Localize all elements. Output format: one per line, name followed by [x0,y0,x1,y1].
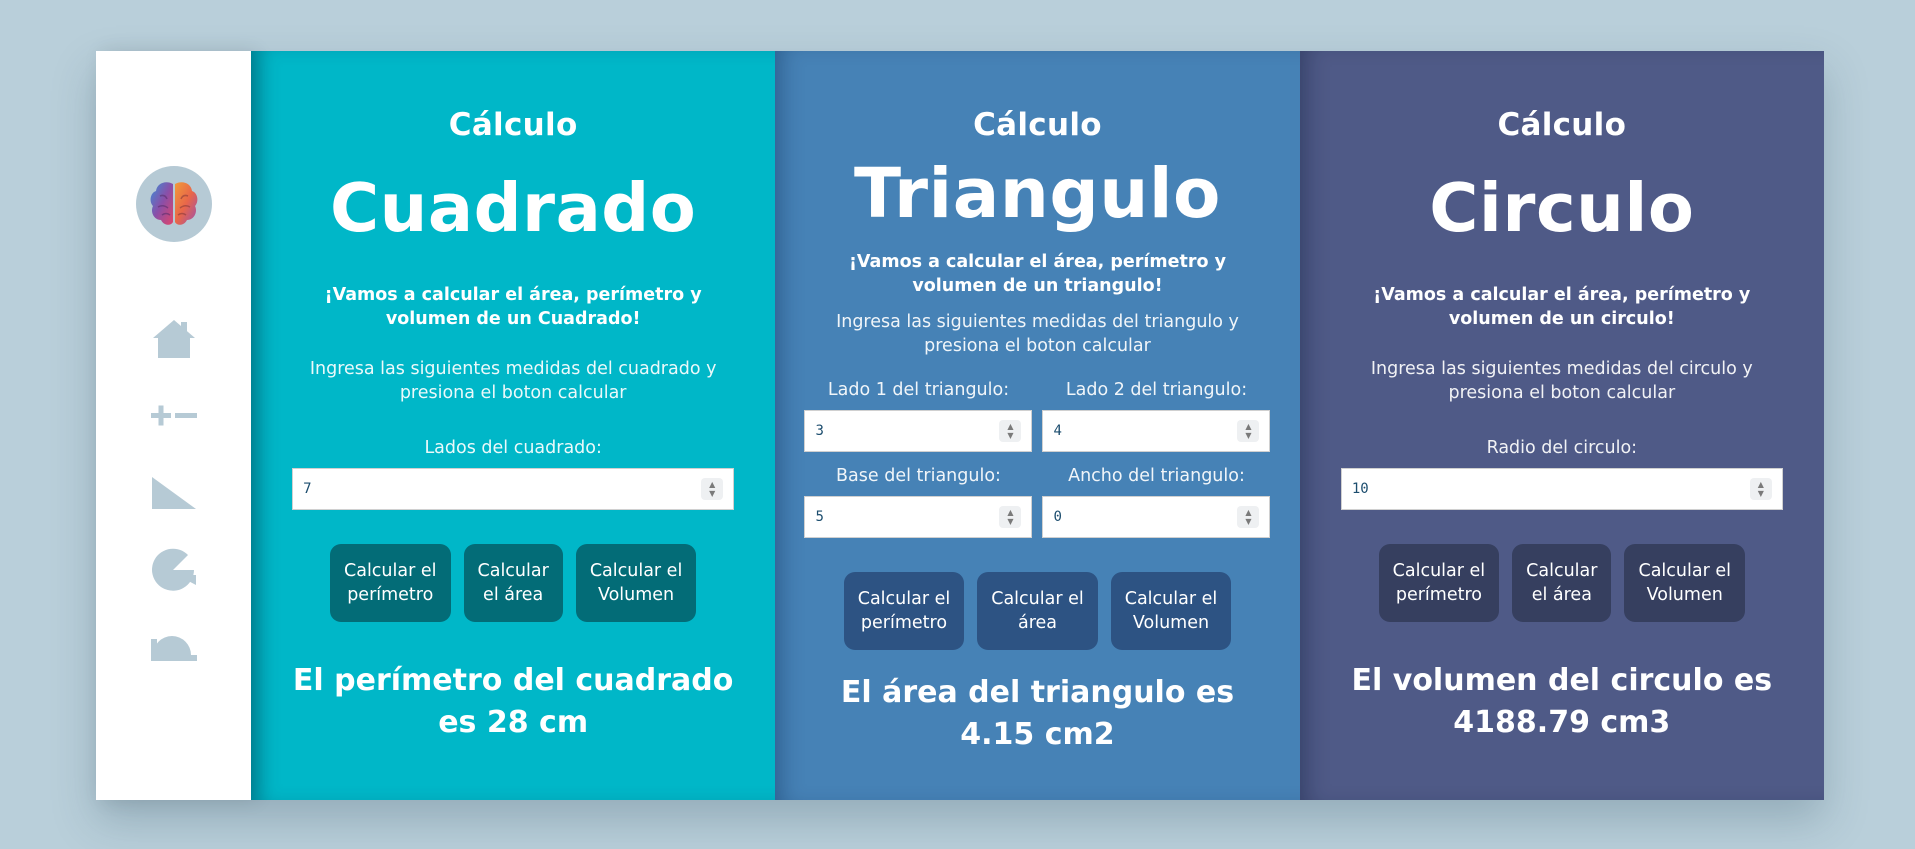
circle-result: El volumen del circulo es 4188.79 cm3 [1351,663,1773,740]
triangle-side1-group: Lado 1 del triangulo: ▲ ▼ [804,366,1033,452]
brain-icon [135,166,212,242]
plus-minus-icon [150,405,197,426]
triangle-side2-stepper[interactable]: ▲ ▼ [1237,420,1260,442]
chevron-down-icon: ▼ [1007,431,1014,440]
chevron-up-icon: ▲ [1245,422,1252,431]
square-instructions: Ingresa las siguientes medidas del cuadr… [309,359,717,403]
square-perimeter-button[interactable]: Calcular el perímetro [330,544,451,622]
chevron-up-icon: ▲ [1245,508,1252,517]
triangle-width-stepper[interactable]: ▲ ▼ [1237,506,1260,528]
triangle-base-label: Base del triangulo: [836,466,1001,486]
triangle-side1-input[interactable] [805,410,1000,452]
triangle-icon [151,477,196,509]
square-side-input[interactable] [293,468,702,510]
square-volume-button[interactable]: Calcular el Volumen [575,544,697,622]
circle-panel: Cálculo Circulo ¡Vamos a calcular el áre… [1299,51,1824,800]
triangle-width-field: ▲ ▼ [1042,496,1271,538]
square-kicker: Cálculo [448,107,578,143]
square-title: Cuadrado [330,169,697,247]
circle-button-row: Calcular el perímetro Calcular el área C… [1378,544,1745,622]
circle-volume-button[interactable]: Calcular el Volumen [1624,544,1745,622]
square-side-field: ▲ ▼ [292,468,735,510]
square-panel: Cálculo Cuadrado ¡Vamos a calcular el ár… [251,51,776,800]
circle-instructions: Ingresa las siguientes medidas del circu… [1370,359,1753,403]
circle-radius-input[interactable] [1341,468,1750,510]
triangle-kicker: Cálculo [973,107,1102,143]
triangle-base-input[interactable] [805,496,1000,538]
triangle-width-label: Ancho del triangulo: [1068,466,1245,486]
triangle-perimeter-button[interactable]: Calcular el perímetro [843,572,965,650]
triangle-side2-group: Lado 2 del triangulo: ▲ ▼ [1042,366,1271,452]
square-side-stepper[interactable]: ▲ ▼ [701,478,724,500]
chevron-up-icon: ▲ [1757,480,1764,489]
app-window: Cálculo Cuadrado ¡Vamos a calcular el ár… [96,51,1824,800]
sidebar-nav [146,314,202,672]
triangle-area-button[interactable]: Calcular el área [977,572,1098,650]
circle-title: Circulo [1429,169,1695,247]
circle-perimeter-button[interactable]: Calcular el perímetro [1378,544,1500,622]
nav-circle[interactable] [146,545,202,595]
circle-area-button[interactable]: Calcular el área [1512,544,1612,622]
triangle-side1-stepper[interactable]: ▲ ▼ [999,420,1022,442]
semicircle-icon [150,636,197,661]
chevron-down-icon: ▼ [1245,431,1252,440]
chevron-down-icon: ▼ [1757,489,1764,498]
square-button-row: Calcular el perímetro Calcular el área C… [330,544,697,622]
circle-kicker: Cálculo [1497,107,1627,143]
triangle-fields: Lado 1 del triangulo: ▲ ▼ Lado 2 del tri… [804,366,1271,538]
triangle-panel: Cálculo Triangulo ¡Vamos a calcular el á… [775,51,1300,800]
triangle-side2-field: ▲ ▼ [1042,410,1271,452]
triangle-side2-label: Lado 2 del triangulo: [1065,380,1248,400]
circle-icon [151,548,196,591]
triangle-side1-field: ▲ ▼ [804,410,1033,452]
circle-intro: ¡Vamos a calcular el área, perímetro y v… [1373,285,1751,329]
nav-triangle[interactable] [146,468,202,518]
home-icon [152,320,195,358]
sidebar [96,51,251,800]
square-side-label: Lados del cuadrado: [424,438,602,458]
triangle-base-field: ▲ ▼ [804,496,1033,538]
chevron-up-icon: ▲ [709,480,716,489]
triangle-side2-input[interactable] [1043,410,1238,452]
square-intro: ¡Vamos a calcular el área, perímetro y v… [324,285,702,329]
triangle-base-group: Base del triangulo: ▲ ▼ [804,452,1033,538]
chevron-down-icon: ▼ [709,489,716,498]
triangle-title: Triangulo [854,154,1221,234]
circle-radius-field: ▲ ▼ [1340,468,1783,510]
square-result: El perímetro del cuadrado es 28 cm [292,663,734,740]
circle-radius-stepper[interactable]: ▲ ▼ [1749,478,1772,500]
chevron-up-icon: ▲ [1007,508,1014,517]
triangle-result: El área del triangulo es 4.15 cm2 [840,675,1235,752]
triangle-side1-label: Lado 1 del triangulo: [827,380,1010,400]
triangle-volume-button[interactable]: Calcular el Volumen [1110,572,1232,650]
nav-arithmetic[interactable] [146,391,202,441]
triangle-width-group: Ancho del triangulo: ▲ ▼ [1042,452,1271,538]
triangle-intro: ¡Vamos a calcular el área, perímetro y v… [848,252,1227,296]
triangle-width-input[interactable] [1043,496,1238,538]
chevron-up-icon: ▲ [1007,422,1014,431]
square-area-button[interactable]: Calcular el área [463,544,563,622]
triangle-button-row: Calcular el perímetro Calcular el área C… [843,572,1232,650]
nav-home[interactable] [146,314,202,364]
nav-semicircle[interactable] [146,622,202,672]
chevron-down-icon: ▼ [1007,517,1014,526]
triangle-base-stepper[interactable]: ▲ ▼ [999,506,1022,528]
circle-radius-label: Radio del circulo: [1486,438,1638,458]
chevron-down-icon: ▼ [1245,517,1252,526]
triangle-instructions: Ingresa las siguientes medidas del trian… [836,312,1239,356]
